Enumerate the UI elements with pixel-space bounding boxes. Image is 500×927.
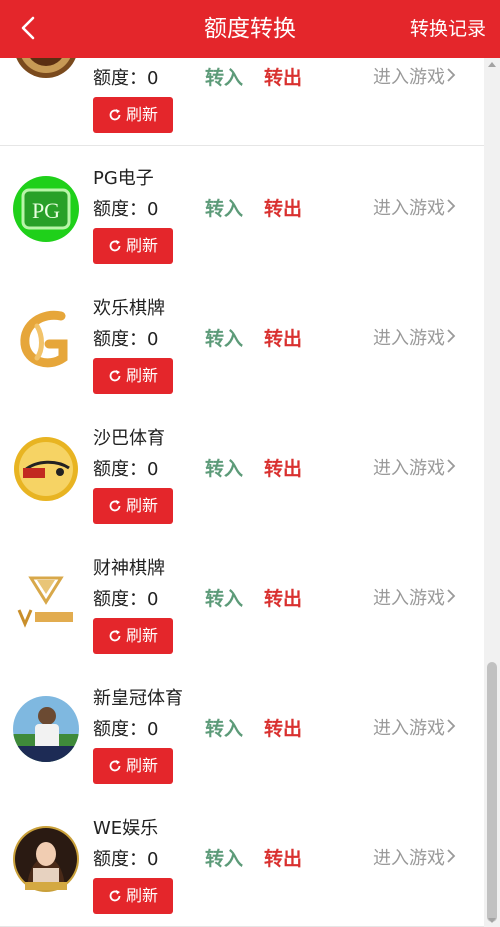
game-name: 财神棋牌 bbox=[93, 558, 165, 579]
transfer-out-button[interactable]: 转出 bbox=[264, 584, 302, 611]
transfer-in-button[interactable]: 转入 bbox=[205, 584, 243, 611]
svg-text:PG: PG bbox=[32, 198, 60, 223]
chevron-right-icon bbox=[445, 67, 457, 88]
pg-logo-icon: PG bbox=[13, 176, 79, 242]
enter-game-link[interactable]: 进入游戏 bbox=[373, 714, 457, 740]
refresh-button[interactable]: 刷新 bbox=[93, 228, 173, 264]
game-name: PG电子 bbox=[93, 168, 154, 189]
quota-text: 额度：0 bbox=[93, 199, 159, 220]
game-row: 欢乐棋牌 额度：0 转入 转出 进入游戏 刷新 bbox=[0, 276, 484, 407]
transfer-out-button[interactable]: 转出 bbox=[264, 714, 302, 741]
refresh-button[interactable]: 刷新 bbox=[93, 358, 173, 394]
quota-value: 0 bbox=[147, 329, 159, 350]
game-row: WE娱乐 额度：0 转入 转出 进入游戏 刷新 bbox=[0, 796, 484, 927]
refresh-icon bbox=[108, 230, 122, 266]
scroll-down-arrow-icon[interactable] bbox=[488, 918, 496, 923]
quota-text: 额度：0 bbox=[93, 719, 159, 740]
refresh-button[interactable]: 刷新 bbox=[93, 618, 173, 654]
transfer-out-button[interactable]: 转出 bbox=[264, 324, 302, 351]
game-row: PG PG电子 额度：0 转入 转出 进入游戏 刷新 bbox=[0, 146, 484, 277]
enter-game-link[interactable]: 进入游戏 bbox=[373, 454, 457, 480]
chevron-right-icon bbox=[445, 458, 457, 479]
quota-value: 0 bbox=[147, 459, 159, 480]
game-name: 新皇冠体育 bbox=[93, 688, 183, 709]
transfer-in-button[interactable]: 转入 bbox=[205, 454, 243, 481]
quota-value: 0 bbox=[147, 719, 159, 740]
game-name: WE娱乐 bbox=[93, 818, 159, 839]
kg-logo-icon bbox=[13, 306, 79, 372]
enter-game-link[interactable]: 进入游戏 bbox=[373, 324, 457, 350]
enter-game-link[interactable]: 进入游戏 bbox=[373, 194, 457, 220]
transfer-in-button[interactable]: 转入 bbox=[205, 63, 243, 90]
quota-value: 0 bbox=[147, 199, 159, 220]
quota-value: 0 bbox=[147, 589, 159, 610]
game-name: 沙巴体育 bbox=[93, 428, 165, 449]
refresh-icon bbox=[108, 750, 122, 786]
scroll-up-arrow-icon[interactable] bbox=[488, 62, 496, 67]
crown-sports-logo-icon bbox=[13, 696, 79, 762]
enter-game-link[interactable]: 进入游戏 bbox=[373, 63, 457, 89]
saba-logo-icon bbox=[13, 436, 79, 502]
game-row: 新皇冠体育 额度：0 转入 转出 进入游戏 刷新 bbox=[0, 666, 484, 797]
transfer-out-button[interactable]: 转出 bbox=[264, 454, 302, 481]
chevron-right-icon bbox=[445, 718, 457, 739]
quota-text: 额度：0 bbox=[93, 68, 159, 89]
quota-text: 额度：0 bbox=[93, 459, 159, 480]
transfer-out-button[interactable]: 转出 bbox=[264, 194, 302, 221]
game-row: 财神棋牌 额度：0 转入 转出 进入游戏 刷新 bbox=[0, 536, 484, 667]
quota-text: 额度：0 bbox=[93, 329, 159, 350]
chevron-right-icon bbox=[445, 328, 457, 349]
transfer-in-button[interactable]: 转入 bbox=[205, 194, 243, 221]
refresh-button[interactable]: 刷新 bbox=[93, 97, 173, 133]
refresh-icon bbox=[108, 490, 122, 526]
transfer-in-button[interactable]: 转入 bbox=[205, 714, 243, 741]
transfer-out-button[interactable]: 转出 bbox=[264, 844, 302, 871]
refresh-icon bbox=[108, 880, 122, 916]
refresh-button[interactable]: 刷新 bbox=[93, 748, 173, 784]
game-name: 欢乐棋牌 bbox=[93, 298, 165, 319]
transfer-in-button[interactable]: 转入 bbox=[205, 324, 243, 351]
enter-game-link[interactable]: 进入游戏 bbox=[373, 584, 457, 610]
vg-logo-icon bbox=[13, 566, 79, 632]
scrollbar-thumb[interactable] bbox=[487, 662, 497, 922]
chevron-right-icon bbox=[445, 848, 457, 869]
quota-value: 0 bbox=[147, 68, 159, 89]
game-row: 沙巴体育 额度：0 转入 转出 进入游戏 刷新 bbox=[0, 406, 484, 537]
refresh-button[interactable]: 刷新 bbox=[93, 878, 173, 914]
refresh-icon bbox=[108, 360, 122, 396]
quota-value: 0 bbox=[147, 849, 159, 870]
transfer-in-button[interactable]: 转入 bbox=[205, 844, 243, 871]
chevron-right-icon bbox=[445, 198, 457, 219]
transfer-record-link[interactable]: 转换记录 bbox=[410, 0, 486, 58]
chevron-right-icon bbox=[445, 588, 457, 609]
quota-text: 额度：0 bbox=[93, 589, 159, 610]
refresh-button[interactable]: 刷新 bbox=[93, 488, 173, 524]
refresh-icon bbox=[108, 99, 122, 135]
scrollbar-track[interactable] bbox=[484, 0, 500, 927]
enter-game-link[interactable]: 进入游戏 bbox=[373, 844, 457, 870]
we-logo-icon bbox=[13, 826, 79, 892]
quota-text: 额度：0 bbox=[93, 849, 159, 870]
refresh-icon bbox=[108, 620, 122, 656]
header-bar: 额度转换 转换记录 bbox=[0, 0, 500, 58]
transfer-out-button[interactable]: 转出 bbox=[264, 63, 302, 90]
